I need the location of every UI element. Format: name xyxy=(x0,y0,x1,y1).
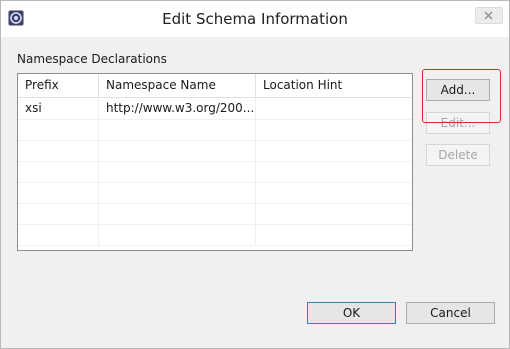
add-button[interactable]: Add... xyxy=(426,79,490,101)
cancel-button[interactable]: Cancel xyxy=(406,302,495,324)
table-header: Prefix Namespace Name Location Hint xyxy=(18,74,412,98)
table-row[interactable]: xsi http://www.w3.org/200... xyxy=(18,98,412,120)
empty-row xyxy=(18,224,412,246)
column-header-prefix[interactable]: Prefix xyxy=(18,74,99,97)
empty-row xyxy=(18,161,412,183)
empty-row xyxy=(18,182,412,204)
namespace-declarations-label: Namespace Declarations xyxy=(17,52,167,66)
empty-row xyxy=(18,140,412,162)
cell-namespace-name: http://www.w3.org/200... xyxy=(99,98,256,119)
close-icon xyxy=(484,11,493,20)
edit-button[interactable]: Edit... xyxy=(426,112,490,134)
dialog-window: Edit Schema Information Namespace Declar… xyxy=(0,0,510,349)
empty-row xyxy=(18,203,412,225)
column-header-location-hint[interactable]: Location Hint xyxy=(256,74,412,97)
close-button[interactable] xyxy=(475,7,503,24)
column-header-namespace-name[interactable]: Namespace Name xyxy=(99,74,256,97)
empty-row xyxy=(18,119,412,141)
cell-location-hint xyxy=(256,98,412,119)
delete-button[interactable]: Delete xyxy=(426,144,490,166)
ok-button[interactable]: OK xyxy=(307,302,396,324)
dialog-title: Edit Schema Information xyxy=(162,10,348,28)
title-bar: Edit Schema Information xyxy=(1,1,509,37)
cell-prefix: xsi xyxy=(18,98,99,119)
namespace-table[interactable]: Prefix Namespace Name Location Hint xsi … xyxy=(17,73,413,251)
